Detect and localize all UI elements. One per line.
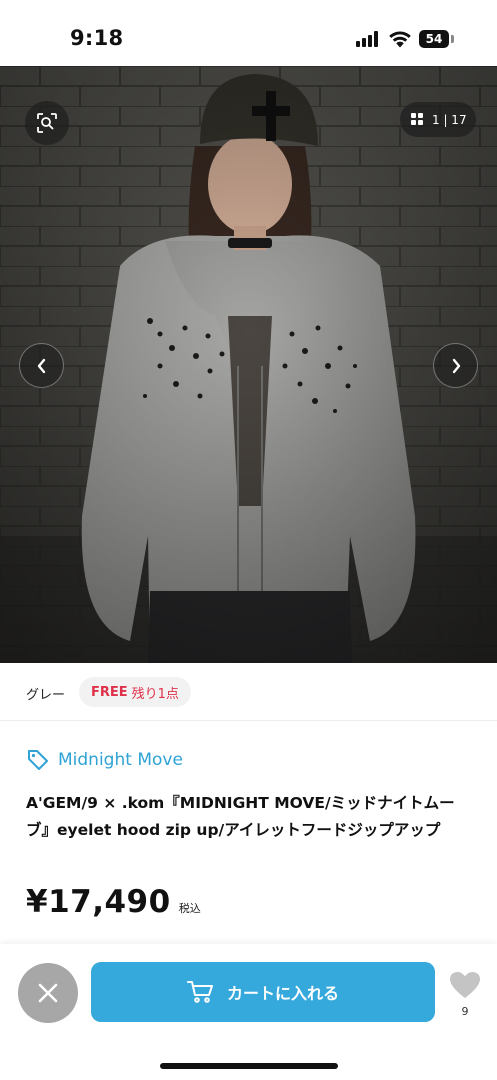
close-icon	[38, 983, 58, 1003]
product-image-gallery[interactable]: 1 | 17	[0, 66, 497, 663]
gallery-next-button[interactable]	[433, 343, 478, 388]
grid-icon	[411, 113, 424, 126]
tag-icon	[28, 750, 48, 770]
chevron-left-icon	[37, 358, 46, 374]
product-photo[interactable]	[0, 66, 497, 663]
favorite-button[interactable]: 9	[448, 971, 482, 1018]
close-button[interactable]	[18, 963, 78, 1023]
wifi-icon	[389, 31, 411, 48]
cart-icon	[186, 981, 213, 1003]
brand-name: Midnight Move	[58, 750, 183, 770]
stock-label: 残り1点	[131, 686, 179, 702]
gallery-counter-text: 1 | 17	[432, 112, 467, 127]
tax-label: 税込	[178, 902, 201, 915]
add-to-cart-button[interactable]: カートに入れる	[91, 962, 435, 1022]
variant-color-label: グレー	[26, 688, 66, 703]
favorite-count: 9	[461, 1005, 469, 1018]
price: ¥17,490	[26, 884, 171, 920]
size-stock-chip[interactable]: FREE 残り1点	[79, 677, 191, 707]
heart-icon	[450, 972, 480, 998]
price-row: ¥17,490 税込	[26, 884, 201, 920]
add-to-cart-label: カートに入れる	[226, 984, 339, 1003]
size-label: FREE	[91, 684, 128, 700]
bottom-action-bar: カートに入れる 9	[0, 944, 497, 1080]
brand-link[interactable]: Midnight Move	[26, 748, 183, 772]
home-indicator[interactable]	[160, 1063, 338, 1069]
gallery-counter[interactable]: 1 | 17	[400, 102, 476, 137]
battery-tip	[451, 35, 454, 43]
gallery-prev-button[interactable]	[19, 343, 64, 388]
battery-icon: 54	[419, 30, 449, 48]
chevron-right-icon	[452, 358, 461, 374]
cellular-signal-icon	[356, 31, 382, 47]
variant-row: グレー FREE 残り1点	[0, 663, 497, 721]
image-search-icon	[37, 113, 57, 133]
image-search-button[interactable]	[25, 101, 69, 145]
status-time: 9:18	[70, 26, 124, 50]
status-bar: 9:18 54	[0, 0, 497, 66]
product-title: A'GEM/9 × .kom『MIDNIGHT MOVE/ミッドナイトムーブ』e…	[26, 794, 455, 839]
